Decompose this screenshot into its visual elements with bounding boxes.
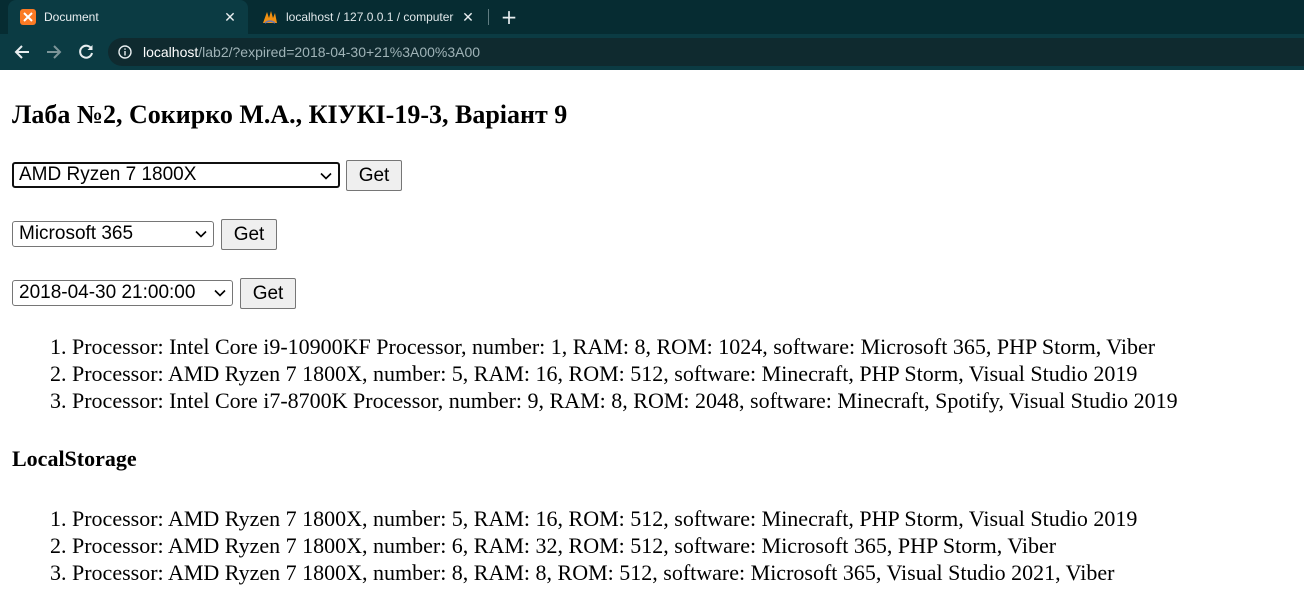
get-software-button[interactable]: Get <box>221 219 277 250</box>
processor-select-value: AMD Ryzen 7 1800X <box>19 164 197 185</box>
page-content: Лаба №2, Сокирко М.А., КІУКІ-19-3, Варіа… <box>0 70 1304 601</box>
list-item: Processor: AMD Ryzen 7 1800X, number: 6,… <box>72 532 1137 559</box>
results-list: Processor: Intel Core i9-10900KF Process… <box>0 333 1178 414</box>
list-item: Processor: AMD Ryzen 7 1800X, number: 8,… <box>72 559 1137 586</box>
chevron-down-icon <box>320 172 332 180</box>
tab-phpmyadmin[interactable]: localhost / 127.0.0.1 / computer | ✕ <box>250 0 486 34</box>
processor-select[interactable]: AMD Ryzen 7 1800X <box>12 162 340 188</box>
forward-icon[interactable] <box>44 42 64 62</box>
list-item: Processor: Intel Core i7-8700K Processor… <box>72 387 1178 414</box>
chevron-down-icon <box>195 230 207 238</box>
close-icon[interactable]: ✕ <box>460 9 476 25</box>
address-bar[interactable]: localhost/lab2/?expired=2018-04-30+21%3A… <box>108 38 1304 66</box>
expired-date-select-value: 2018-04-30 21:00:00 <box>19 282 196 303</box>
new-tab-icon[interactable]: + <box>500 7 518 27</box>
xampp-icon <box>20 9 36 25</box>
url-host: localhost <box>143 44 199 60</box>
reload-icon[interactable] <box>76 42 96 62</box>
chevron-down-icon <box>214 289 226 297</box>
tab-title: localhost / 127.0.0.1 / computer | <box>286 10 454 24</box>
tab-document[interactable]: Document ✕ <box>8 0 248 34</box>
tab-separator <box>488 9 489 25</box>
tab-title: Document <box>44 10 99 24</box>
list-item: Processor: AMD Ryzen 7 1800X, number: 5,… <box>72 360 1178 387</box>
close-icon[interactable]: ✕ <box>222 9 238 25</box>
url-path: /lab2/?expired=2018-04-30+21%3A00%3A00 <box>198 44 481 60</box>
software-select-value: Microsoft 365 <box>19 223 134 244</box>
browser-chrome: Document ✕ localhost / 127.0.0.1 / compu… <box>0 0 1304 70</box>
software-select[interactable]: Microsoft 365 <box>12 221 214 247</box>
get-processor-button[interactable]: Get <box>346 160 402 191</box>
get-expired-button[interactable]: Get <box>240 278 296 309</box>
info-icon[interactable] <box>118 45 132 59</box>
phpmyadmin-icon <box>263 11 277 24</box>
url-text: localhost/lab2/?expired=2018-04-30+21%3A… <box>143 44 480 60</box>
local-storage-title: LocalStorage <box>12 446 137 471</box>
list-item: Processor: Intel Core i9-10900KF Process… <box>72 333 1178 360</box>
local-storage-list: Processor: AMD Ryzen 7 1800X, number: 5,… <box>0 505 1137 586</box>
page-title: Лаба №2, Сокирко М.А., КІУКІ-19-3, Варіа… <box>12 100 568 129</box>
list-item: Processor: AMD Ryzen 7 1800X, number: 5,… <box>72 505 1137 532</box>
expired-date-select[interactable]: 2018-04-30 21:00:00 <box>12 280 233 306</box>
back-icon[interactable] <box>12 42 32 62</box>
